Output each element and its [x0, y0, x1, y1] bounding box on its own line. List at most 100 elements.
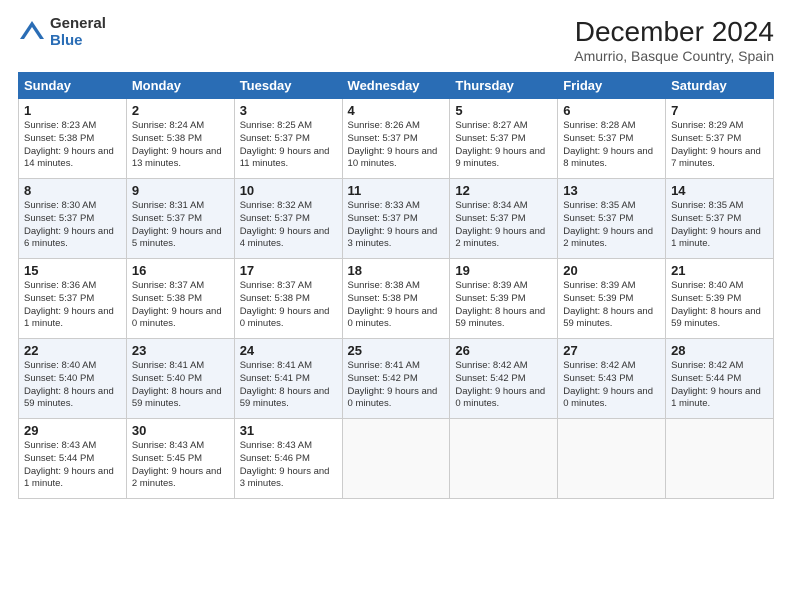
day-number-7: 7 [671, 103, 768, 118]
empty-cell [342, 419, 450, 499]
day-cell-17: 17 Sunrise: 8:37 AM Sunset: 5:38 PM Dayl… [234, 259, 342, 339]
title-block: December 2024 Amurrio, Basque Country, S… [574, 16, 774, 64]
calendar-table: Sunday Monday Tuesday Wednesday Thursday… [18, 72, 774, 499]
cell-content-8: Sunrise: 8:30 AM Sunset: 5:37 PM Dayligh… [24, 200, 121, 251]
header-row: Sunday Monday Tuesday Wednesday Thursday… [19, 73, 774, 99]
table-row: 8 Sunrise: 8:30 AM Sunset: 5:37 PM Dayli… [19, 179, 774, 259]
day-number-13: 13 [563, 183, 660, 198]
day-number-27: 27 [563, 343, 660, 358]
cell-content-9: Sunrise: 8:31 AM Sunset: 5:37 PM Dayligh… [132, 200, 229, 251]
day-number-16: 16 [132, 263, 229, 278]
cell-content-19: Sunrise: 8:39 AM Sunset: 5:39 PM Dayligh… [455, 280, 552, 331]
day-cell-26: 26 Sunrise: 8:42 AM Sunset: 5:42 PM Dayl… [450, 339, 558, 419]
col-saturday: Saturday [666, 73, 774, 99]
table-row: 29 Sunrise: 8:43 AM Sunset: 5:44 PM Dayl… [19, 419, 774, 499]
day-number-19: 19 [455, 263, 552, 278]
day-cell-28: 28 Sunrise: 8:42 AM Sunset: 5:44 PM Dayl… [666, 339, 774, 419]
table-row: 15 Sunrise: 8:36 AM Sunset: 5:37 PM Dayl… [19, 259, 774, 339]
cell-content-11: Sunrise: 8:33 AM Sunset: 5:37 PM Dayligh… [348, 200, 445, 251]
day-cell-12: 12 Sunrise: 8:34 AM Sunset: 5:37 PM Dayl… [450, 179, 558, 259]
day-number-1: 1 [24, 103, 121, 118]
day-number-18: 18 [348, 263, 445, 278]
day-number-10: 10 [240, 183, 337, 198]
day-cell-31: 31 Sunrise: 8:43 AM Sunset: 5:46 PM Dayl… [234, 419, 342, 499]
logo-icon [18, 19, 46, 47]
logo: General Blue [18, 16, 106, 49]
header: General Blue December 2024 Amurrio, Basq… [18, 16, 774, 64]
table-row: 22 Sunrise: 8:40 AM Sunset: 5:40 PM Dayl… [19, 339, 774, 419]
empty-cell [450, 419, 558, 499]
month-title: December 2024 [574, 16, 774, 48]
cell-content-18: Sunrise: 8:38 AM Sunset: 5:38 PM Dayligh… [348, 280, 445, 331]
cell-content-30: Sunrise: 8:43 AM Sunset: 5:45 PM Dayligh… [132, 440, 229, 491]
day-cell-5: 5 Sunrise: 8:27 AM Sunset: 5:37 PM Dayli… [450, 99, 558, 179]
cell-content-5: Sunrise: 8:27 AM Sunset: 5:37 PM Dayligh… [455, 120, 552, 171]
day-cell-22: 22 Sunrise: 8:40 AM Sunset: 5:40 PM Dayl… [19, 339, 127, 419]
cell-content-17: Sunrise: 8:37 AM Sunset: 5:38 PM Dayligh… [240, 280, 337, 331]
page: General Blue December 2024 Amurrio, Basq… [0, 0, 792, 612]
logo-text: General Blue [50, 16, 106, 49]
cell-content-25: Sunrise: 8:41 AM Sunset: 5:42 PM Dayligh… [348, 360, 445, 411]
cell-content-21: Sunrise: 8:40 AM Sunset: 5:39 PM Dayligh… [671, 280, 768, 331]
cell-content-20: Sunrise: 8:39 AM Sunset: 5:39 PM Dayligh… [563, 280, 660, 331]
day-number-31: 31 [240, 423, 337, 438]
day-cell-20: 20 Sunrise: 8:39 AM Sunset: 5:39 PM Dayl… [558, 259, 666, 339]
day-cell-9: 9 Sunrise: 8:31 AM Sunset: 5:37 PM Dayli… [126, 179, 234, 259]
col-sunday: Sunday [19, 73, 127, 99]
cell-content-6: Sunrise: 8:28 AM Sunset: 5:37 PM Dayligh… [563, 120, 660, 171]
cell-content-4: Sunrise: 8:26 AM Sunset: 5:37 PM Dayligh… [348, 120, 445, 171]
day-number-2: 2 [132, 103, 229, 118]
day-cell-3: 3 Sunrise: 8:25 AM Sunset: 5:37 PM Dayli… [234, 99, 342, 179]
cell-content-15: Sunrise: 8:36 AM Sunset: 5:37 PM Dayligh… [24, 280, 121, 331]
day-cell-8: 8 Sunrise: 8:30 AM Sunset: 5:37 PM Dayli… [19, 179, 127, 259]
day-number-14: 14 [671, 183, 768, 198]
day-number-9: 9 [132, 183, 229, 198]
day-cell-23: 23 Sunrise: 8:41 AM Sunset: 5:40 PM Dayl… [126, 339, 234, 419]
day-cell-16: 16 Sunrise: 8:37 AM Sunset: 5:38 PM Dayl… [126, 259, 234, 339]
day-cell-19: 19 Sunrise: 8:39 AM Sunset: 5:39 PM Dayl… [450, 259, 558, 339]
day-cell-18: 18 Sunrise: 8:38 AM Sunset: 5:38 PM Dayl… [342, 259, 450, 339]
day-cell-13: 13 Sunrise: 8:35 AM Sunset: 5:37 PM Dayl… [558, 179, 666, 259]
col-tuesday: Tuesday [234, 73, 342, 99]
cell-content-14: Sunrise: 8:35 AM Sunset: 5:37 PM Dayligh… [671, 200, 768, 251]
day-cell-2: 2 Sunrise: 8:24 AM Sunset: 5:38 PM Dayli… [126, 99, 234, 179]
cell-content-3: Sunrise: 8:25 AM Sunset: 5:37 PM Dayligh… [240, 120, 337, 171]
cell-content-24: Sunrise: 8:41 AM Sunset: 5:41 PM Dayligh… [240, 360, 337, 411]
cell-content-27: Sunrise: 8:42 AM Sunset: 5:43 PM Dayligh… [563, 360, 660, 411]
day-cell-29: 29 Sunrise: 8:43 AM Sunset: 5:44 PM Dayl… [19, 419, 127, 499]
day-number-6: 6 [563, 103, 660, 118]
table-row: 1 Sunrise: 8:23 AM Sunset: 5:38 PM Dayli… [19, 99, 774, 179]
day-number-28: 28 [671, 343, 768, 358]
day-number-30: 30 [132, 423, 229, 438]
cell-content-7: Sunrise: 8:29 AM Sunset: 5:37 PM Dayligh… [671, 120, 768, 171]
cell-content-28: Sunrise: 8:42 AM Sunset: 5:44 PM Dayligh… [671, 360, 768, 411]
day-cell-10: 10 Sunrise: 8:32 AM Sunset: 5:37 PM Dayl… [234, 179, 342, 259]
cell-content-10: Sunrise: 8:32 AM Sunset: 5:37 PM Dayligh… [240, 200, 337, 251]
day-number-20: 20 [563, 263, 660, 278]
day-number-25: 25 [348, 343, 445, 358]
day-number-11: 11 [348, 183, 445, 198]
day-number-15: 15 [24, 263, 121, 278]
cell-content-12: Sunrise: 8:34 AM Sunset: 5:37 PM Dayligh… [455, 200, 552, 251]
day-number-22: 22 [24, 343, 121, 358]
cell-content-2: Sunrise: 8:24 AM Sunset: 5:38 PM Dayligh… [132, 120, 229, 171]
day-number-3: 3 [240, 103, 337, 118]
col-friday: Friday [558, 73, 666, 99]
logo-general-text: General [50, 16, 106, 33]
empty-cell [666, 419, 774, 499]
day-cell-30: 30 Sunrise: 8:43 AM Sunset: 5:45 PM Dayl… [126, 419, 234, 499]
day-cell-25: 25 Sunrise: 8:41 AM Sunset: 5:42 PM Dayl… [342, 339, 450, 419]
cell-content-23: Sunrise: 8:41 AM Sunset: 5:40 PM Dayligh… [132, 360, 229, 411]
col-monday: Monday [126, 73, 234, 99]
cell-content-13: Sunrise: 8:35 AM Sunset: 5:37 PM Dayligh… [563, 200, 660, 251]
empty-cell [558, 419, 666, 499]
day-number-23: 23 [132, 343, 229, 358]
cell-content-26: Sunrise: 8:42 AM Sunset: 5:42 PM Dayligh… [455, 360, 552, 411]
day-number-29: 29 [24, 423, 121, 438]
day-cell-11: 11 Sunrise: 8:33 AM Sunset: 5:37 PM Dayl… [342, 179, 450, 259]
day-number-5: 5 [455, 103, 552, 118]
day-cell-14: 14 Sunrise: 8:35 AM Sunset: 5:37 PM Dayl… [666, 179, 774, 259]
day-cell-7: 7 Sunrise: 8:29 AM Sunset: 5:37 PM Dayli… [666, 99, 774, 179]
day-number-21: 21 [671, 263, 768, 278]
day-number-12: 12 [455, 183, 552, 198]
